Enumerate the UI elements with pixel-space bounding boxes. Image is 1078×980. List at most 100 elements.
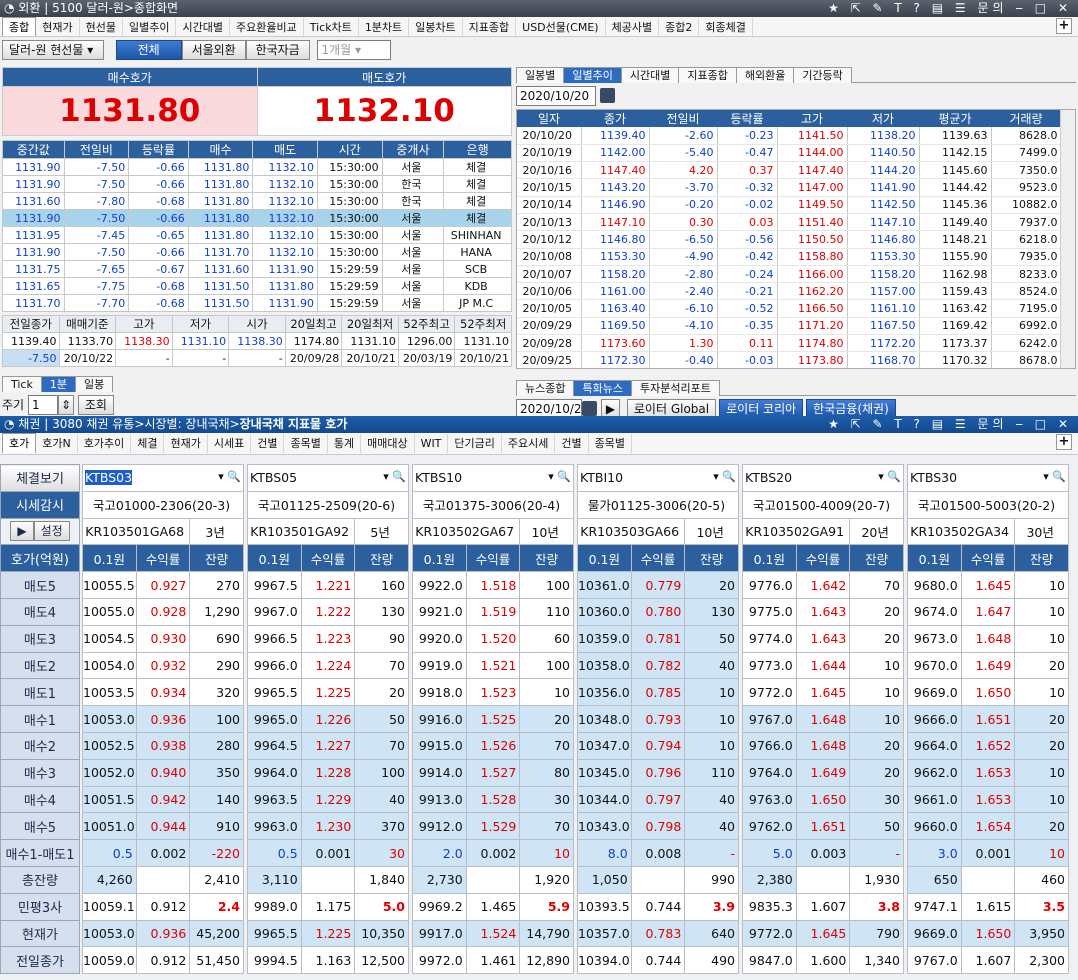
quote-row[interactable]: 9772.0 1.645 790 (742, 919, 904, 948)
quote-row[interactable]: 9776.0 1.642 70 (742, 571, 904, 599)
settings-button[interactable]: 설정 (33, 521, 70, 542)
quote-row[interactable]: 9764.0 1.649 20 (742, 758, 904, 787)
tick-row[interactable]: 1131.90 -7.50 -0.66 1131.80 1132.10 15:30:00 서… (2, 209, 512, 227)
menu-tab[interactable]: USD선물(CME) (516, 18, 606, 36)
tab[interactable]: Tick (2, 376, 42, 392)
quote-row[interactable]: 9963.5 1.229 40 (247, 785, 409, 814)
search-icon[interactable]: ▾ 🔍 (878, 470, 901, 483)
quote-row[interactable]: 9766.0 1.648 20 (742, 731, 904, 760)
quote-row[interactable]: 9915.0 1.526 70 (412, 731, 574, 760)
quote-row[interactable]: 9835.3 1.607 3.8 (742, 892, 904, 921)
menu-tab[interactable]: 회종체결 (699, 18, 753, 36)
news-source-button[interactable]: 로이터 Global (626, 399, 717, 416)
quote-row[interactable]: 10393.5 0.744 3.9 (577, 892, 739, 921)
search-icon[interactable]: ▾ 🔍 (383, 470, 406, 483)
menu-tab[interactable]: 체결 (131, 434, 165, 453)
quote-row[interactable]: 10345.0 0.796 110 (577, 758, 739, 787)
quote-row[interactable]: 9664.0 1.652 20 (907, 731, 1069, 760)
tick-row[interactable]: 1131.65 -7.75 -0.68 1131.50 1131.80 15:29:59 서… (2, 277, 512, 295)
menu-tab[interactable]: 건별 (251, 434, 285, 453)
quote-row[interactable]: 10051.5 0.942 140 (82, 785, 244, 814)
quote-row[interactable]: 9913.0 1.528 30 (412, 785, 574, 814)
quote-row[interactable]: 9965.5 1.225 20 (247, 678, 409, 707)
menu-tab[interactable]: 호가추이 (78, 434, 132, 453)
bond-titlebar-controls[interactable]: ★ ⇱ ✎ T ? ▤ ☰ 문의 ‒ □ ✕ (828, 416, 1072, 433)
daily-row[interactable]: 20/10/08 1153.30 -4.90 -0.42 1158.80 1153.30 1… (517, 248, 1062, 266)
quote-row[interactable]: 9964.0 1.228 100 (247, 758, 409, 787)
menu-tab[interactable]: Tick차트 (304, 18, 359, 36)
quote-row[interactable]: 9669.0 1.650 10 (907, 678, 1069, 707)
quote-row[interactable]: 9967.5 1.221 160 (247, 571, 409, 599)
search-icon[interactable]: ▾ 🔍 (1043, 470, 1066, 483)
quote-row[interactable]: 0.5 0.002 -220 (82, 839, 244, 867)
play-button[interactable]: ▶ (10, 521, 34, 542)
quote-row[interactable]: 10055.5 0.927 270 (82, 571, 244, 599)
news-date-input[interactable]: 2020/10/21 (516, 399, 589, 416)
quote-row[interactable]: 9660.0 1.654 20 (907, 812, 1069, 841)
quote-row[interactable]: 2,730 1,920 (412, 865, 574, 894)
cycle-input[interactable]: 1 (28, 395, 58, 415)
tab[interactable]: 지표종합 (678, 67, 737, 83)
daily-row[interactable]: 20/10/14 1146.90 -0.20 -0.02 1149.50 1142.50 1… (517, 196, 1062, 214)
daily-row[interactable]: 20/09/25 1172.30 -0.40 -0.03 1173.80 1168.70 1… (517, 351, 1062, 368)
tab[interactable]: 해외환율 (735, 67, 795, 83)
menu-tab[interactable]: 호가N (36, 434, 78, 453)
tick-row[interactable]: 1131.90 -7.50 -0.66 1131.80 1132.10 15:30:00 한… (2, 175, 512, 193)
tab[interactable]: 일봉 (74, 376, 114, 392)
quote-row[interactable]: 9912.0 1.529 70 (412, 812, 574, 841)
menu-tab[interactable]: 일봉차트 (409, 18, 463, 36)
tab[interactable]: 뉴스종합 (516, 380, 575, 396)
quote-row[interactable]: 9773.0 1.644 10 (742, 651, 904, 680)
quote-row[interactable]: 10356.0 0.785 10 (577, 678, 739, 707)
menu-tab[interactable]: 종목별 (284, 434, 328, 453)
quote-row[interactable]: 650 460 (907, 865, 1069, 894)
tick-row[interactable]: 1131.90 -7.50 -0.66 1131.80 1132.10 15:30:00 서… (2, 158, 512, 176)
daily-row[interactable]: 20/10/05 1163.40 -6.10 -0.52 1166.50 1161.10 1… (517, 299, 1062, 318)
quote-row[interactable]: 9963.0 1.230 370 (247, 812, 409, 841)
menu-tab[interactable]: 시간대별 (176, 18, 230, 36)
menu-tab[interactable]: 1분차트 (359, 18, 410, 36)
tab[interactable]: 일별추이 (563, 67, 622, 83)
quote-row[interactable]: 9666.0 1.651 20 (907, 705, 1069, 733)
daily-row[interactable]: 20/09/29 1169.50 -4.10 -0.35 1171.20 1167.50 1… (517, 317, 1062, 336)
quote-row[interactable]: 9847.0 1.600 1,340 (742, 946, 904, 975)
quote-row[interactable]: 10052.5 0.938 280 (82, 731, 244, 760)
menu-tab[interactable]: 현선물 (80, 18, 123, 36)
menu-tab[interactable]: 매매대상 (361, 434, 415, 453)
news-source-button[interactable]: 한국금융(채권) (806, 399, 896, 416)
menu-tab[interactable]: 단기금리 (448, 434, 502, 453)
quote-row[interactable]: 9914.0 1.527 80 (412, 758, 574, 787)
daily-row[interactable]: 20/10/12 1146.80 -6.50 -0.56 1150.50 1146.80 1… (517, 230, 1062, 249)
tab[interactable]: 특화뉴스 (573, 380, 632, 396)
quote-row[interactable]: 10343.0 0.798 40 (577, 812, 739, 841)
quote-row[interactable]: 10358.0 0.782 40 (577, 651, 739, 680)
menu-tab[interactable]: 현재가 (36, 18, 80, 36)
seg-korea-button[interactable]: 한국자금 (245, 40, 310, 60)
quote-row[interactable]: 10052.0 0.940 350 (82, 758, 244, 787)
menu-tab[interactable]: 종합2 (659, 18, 700, 36)
quote-row[interactable]: 9669.0 1.650 3,950 (907, 919, 1069, 948)
quote-row[interactable]: 10054.5 0.930 690 (82, 624, 244, 653)
tab[interactable]: 투자분석리포트 (630, 380, 720, 396)
titlebar-controls[interactable]: ★ ⇱ ✎ T ? ▤ ☰ 문의 ‒ □ ✕ (828, 0, 1072, 17)
quote-row[interactable]: 10053.5 0.934 320 (82, 678, 244, 707)
quote-row[interactable]: 5.0 0.003- (742, 839, 904, 867)
menu-tab[interactable]: WIT (415, 434, 449, 453)
quote-row[interactable]: 9972.0 1.461 12,890 (412, 946, 574, 975)
daily-row[interactable]: 20/10/06 1161.00 -2.40 -0.21 1162.20 1157.00 1… (517, 282, 1062, 301)
quote-row[interactable]: 0.5 0.001 30 (247, 839, 409, 867)
tab[interactable]: 일봉별 (516, 67, 565, 83)
news-prev-button[interactable]: ▶ (600, 399, 621, 416)
query-button[interactable]: 조회 (77, 395, 114, 415)
quote-row[interactable]: 9969.2 1.465 5.9 (412, 892, 574, 921)
quote-row[interactable]: 10360.0 0.780 130 (577, 597, 739, 626)
quote-row[interactable]: 3.0 0.001 10 (907, 839, 1069, 867)
menu-tab[interactable]: 종합 (2, 17, 37, 36)
quote-row[interactable]: 9966.0 1.224 70 (247, 651, 409, 680)
tick-row[interactable]: 1131.75 -7.65 -0.67 1131.60 1131.90 15:29:59 서… (2, 260, 512, 278)
news-calendar-icon[interactable] (582, 401, 597, 416)
quote-row[interactable]: 9922.0 1.518 100 (412, 571, 574, 599)
quote-row[interactable]: 10347.0 0.794 10 (577, 731, 739, 760)
quote-row[interactable]: 2.0 0.002 10 (412, 839, 574, 867)
quote-row[interactable]: 8.0 0.008- (577, 839, 739, 867)
